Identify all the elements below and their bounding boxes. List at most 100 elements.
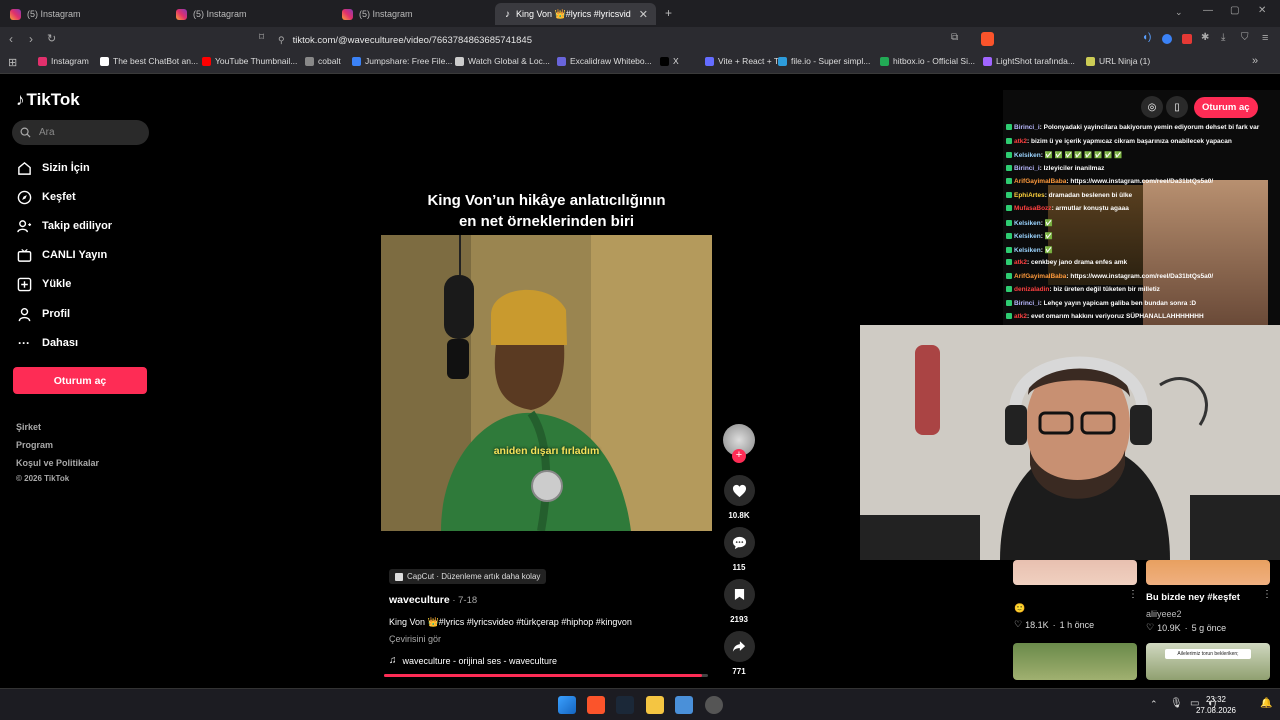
card-more-icon[interactable]: ⋮: [1128, 589, 1138, 600]
bookmark-item[interactable]: LightShot tarafında...: [983, 56, 1075, 66]
extension-icon[interactable]: [1182, 34, 1192, 44]
nav-item-profile[interactable]: Profil: [16, 306, 70, 322]
browser-tab[interactable]: (5) Instagram: [332, 3, 494, 25]
card-more-icon[interactable]: ⋮: [1262, 589, 1272, 600]
nav-item-more[interactable]: ··· Dahası: [16, 335, 78, 351]
like-button[interactable]: 10.8K: [723, 475, 755, 520]
instagram-icon: [176, 8, 187, 20]
bookmark-label: file.io - Super simpl...: [791, 56, 871, 66]
nav-item-upload[interactable]: Yükle: [16, 276, 71, 292]
capcut-badge[interactable]: CapCut · Düzenleme artık daha kolay: [389, 569, 547, 584]
maximize-button[interactable]: ▢: [1230, 5, 1239, 16]
brave-browser-icon[interactable]: [587, 696, 605, 714]
nav-item-following[interactable]: Takip ediliyor: [16, 218, 112, 234]
comment-button[interactable]: 115: [723, 527, 755, 572]
video-player[interactable]: aniden dışarı fırladım: [381, 235, 712, 531]
see-translation-link[interactable]: Çevirisini gör: [389, 634, 441, 644]
video-progress-bar[interactable]: [384, 674, 708, 677]
close-window-button[interactable]: ✕: [1258, 5, 1266, 16]
footer-link-program[interactable]: Program: [16, 440, 53, 450]
url-text: tiktok.com/@waveculturee/video/766378486…: [292, 34, 532, 46]
card-likes: 10.9K: [1157, 622, 1181, 633]
phone-icon[interactable]: ▯: [1166, 96, 1188, 118]
taskbar-clock[interactable]: 23:32 27.08.2026: [1196, 694, 1236, 716]
browser-tab[interactable]: (5) Instagram: [166, 3, 332, 25]
media-player-icon[interactable]: [675, 696, 693, 714]
bookmark-label: cobalt: [318, 56, 341, 66]
bookmark-item[interactable]: The best ChatBot an...: [100, 56, 198, 66]
close-tab-icon[interactable]: ✕: [639, 8, 648, 21]
feed-thumbnail[interactable]: [1013, 643, 1137, 680]
forward-icon[interactable]: ›: [29, 32, 33, 46]
share-count: 771: [732, 667, 746, 676]
brave-shield-icon[interactable]: [981, 32, 994, 46]
notification-icon[interactable]: 🔔: [1260, 698, 1272, 709]
download-icon[interactable]: ⤓: [1221, 32, 1225, 43]
menu-icon[interactable]: ≡: [1262, 32, 1268, 44]
bookmark-item[interactable]: Watch Global & Loc...: [455, 56, 550, 66]
chat-username: Birinci_i: [1014, 164, 1040, 172]
feed-thumbnail[interactable]: [1013, 560, 1137, 585]
bookmark-icon[interactable]: ⌑: [259, 32, 264, 43]
apps-icon[interactable]: ⊞: [8, 56, 17, 69]
nav-item-explore[interactable]: Keşfet: [16, 189, 76, 205]
audio-icon[interactable]: ◖): [1142, 32, 1151, 43]
bookmark-item[interactable]: hitbox.io - Official Si...: [880, 56, 975, 66]
bookmark-item[interactable]: cobalt: [305, 56, 341, 66]
translate-icon[interactable]: ⧉: [951, 32, 958, 43]
bookmark-item[interactable]: Vite + React + TS: [705, 56, 785, 66]
feed-thumbnail[interactable]: Ailelerimiz torun bekleriken;: [1146, 643, 1270, 680]
extensions-icon[interactable]: ✱: [1201, 32, 1209, 43]
back-icon[interactable]: ‹: [9, 32, 13, 46]
bookmark-item[interactable]: YouTube Thumbnail...: [202, 56, 297, 66]
url-field[interactable]: ⚲ tiktok.com/@waveculturee/video/7663784…: [278, 30, 974, 50]
browser-tab[interactable]: (5) Instagram: [0, 3, 166, 25]
new-tab-button[interactable]: +: [665, 6, 672, 20]
save-button[interactable]: 2193: [723, 579, 755, 624]
start-icon[interactable]: [558, 696, 576, 714]
bookmark-item[interactable]: Instagram: [38, 56, 89, 66]
bookmark-item[interactable]: URL Ninja (1): [1086, 56, 1150, 66]
system-tray-chevron-icon[interactable]: ⌃: [1150, 699, 1158, 710]
tiktok-logo[interactable]: ♪ TikTok: [16, 90, 80, 110]
microphone-icon[interactable]: 🎙: [1170, 698, 1183, 709]
footer-link-terms[interactable]: Koşul ve Politikalar: [16, 458, 99, 468]
site-info-icon[interactable]: ⚲: [278, 35, 285, 46]
heart-outline-icon: ♡: [1014, 619, 1023, 629]
chat-message: Kelsiken: ✅: [1006, 232, 1053, 240]
obs-icon[interactable]: [705, 696, 723, 714]
author-name[interactable]: waveculture: [389, 594, 450, 606]
music-line[interactable]: ♫ waveculture - orijinal ses - wavecultu…: [389, 655, 557, 666]
card-title[interactable]: 🙂: [1014, 603, 1025, 614]
extension-icon[interactable]: [1162, 34, 1172, 44]
footer-link-company[interactable]: Şirket: [16, 422, 41, 432]
login-button[interactable]: Oturum aç: [13, 367, 147, 394]
search-input[interactable]: Ara: [12, 120, 149, 145]
minimize-button[interactable]: —: [1203, 5, 1213, 16]
creator-avatar-button[interactable]: +: [723, 424, 755, 463]
separator: ·: [1184, 622, 1188, 633]
card-author[interactable]: aliiyeee2: [1146, 609, 1182, 619]
nav-item-live[interactable]: CANLI Yayın: [16, 247, 107, 263]
nav-item-for-you[interactable]: Sizin İçin: [16, 160, 90, 176]
feed-thumbnail[interactable]: [1146, 560, 1270, 585]
nav-label: Keşfet: [42, 191, 76, 203]
reload-icon[interactable]: ↻: [47, 32, 56, 45]
bookmark-item[interactable]: X: [660, 56, 679, 66]
panel-login-button[interactable]: Oturum aç: [1194, 96, 1258, 118]
bookmark-item[interactable]: Excalidraw Whitebo...: [557, 56, 652, 66]
chat-badge-icon: [1006, 219, 1012, 226]
file-explorer-icon[interactable]: [646, 696, 664, 714]
bookmark-item[interactable]: file.io - Super simpl...: [778, 56, 870, 66]
explore-icon[interactable]: ◎: [1141, 96, 1163, 118]
browser-tab-active[interactable]: ♪ King Von 👑#lyrics #lyricsvideo ✕: [495, 3, 656, 25]
tab-search-icon[interactable]: ⌄: [1175, 7, 1183, 18]
wallet-icon[interactable]: ⛉: [1241, 32, 1249, 43]
bookmark-favicon-icon: [352, 56, 361, 66]
more-bookmarks-icon[interactable]: »: [1252, 55, 1258, 67]
card-title[interactable]: Bu bizde ney #keşfet: [1146, 592, 1240, 603]
share-button[interactable]: 771: [723, 631, 755, 676]
follow-plus-icon[interactable]: +: [732, 449, 746, 463]
bookmark-item[interactable]: Jumpshare: Free File...: [352, 56, 452, 66]
steam-icon[interactable]: [616, 696, 634, 714]
